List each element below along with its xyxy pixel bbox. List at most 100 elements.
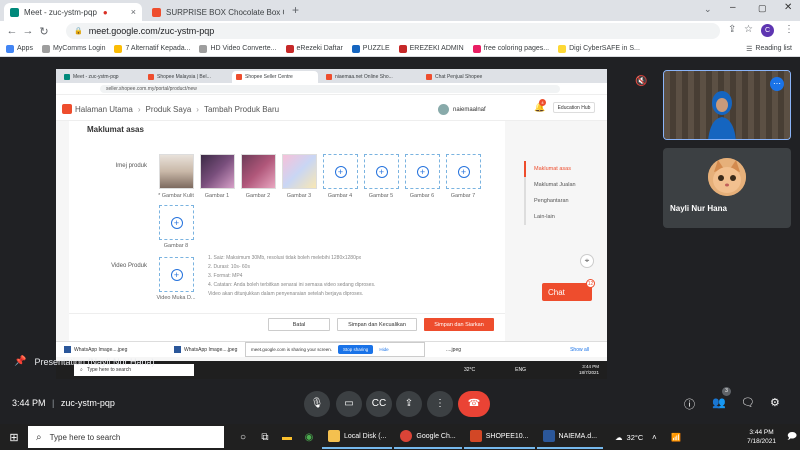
bookmark-erezeki-admin[interactable]: EREZEKI ADMIN — [398, 44, 464, 53]
bookmark-digi-cybersafe[interactable]: Digi CyberSAFE in S... — [558, 44, 640, 53]
product-thumbnail — [242, 155, 275, 188]
task-view-icon[interactable]: ⧉ — [254, 432, 276, 443]
minimize-button[interactable]: – — [730, 2, 736, 13]
image-slot-3 — [282, 154, 317, 189]
chrome-icon[interactable]: ◉ — [298, 432, 320, 443]
camera-button[interactable]: ▭ — [336, 391, 362, 417]
slot-caption: Gambar 4 — [327, 193, 353, 199]
microphone-button[interactable]: 🎙 — [304, 391, 330, 417]
close-window-button[interactable]: ✕ — [784, 2, 792, 13]
taskbar-app-powerpoint[interactable]: SHOPEE10... — [463, 425, 535, 449]
share-icon[interactable]: ⇪ — [728, 24, 736, 35]
cancel-button: Batal — [268, 318, 330, 331]
taskbar-app-local-disk[interactable]: Local Disk (... — [322, 425, 393, 449]
image-slot-1 — [200, 154, 235, 189]
bookmark-hd-video[interactable]: HD Video Converte... — [199, 44, 277, 53]
breadcrumb: Halaman Utama › Produk Saya › Tambah Pro… — [62, 104, 279, 114]
bookmark-apps[interactable]: Apps — [6, 44, 33, 53]
meet-control-bar: 3:44 PM | zuc-ystm-pqp 🎙 ▭ CC ⇪ ⋮ ☎ ⓘ 👥 … — [0, 384, 800, 424]
slot-caption: Gambar 1 — [204, 193, 230, 199]
bookmark-favicon-icon — [398, 44, 407, 53]
present-screen-icon: ⇪ — [404, 398, 414, 409]
people-count-badge: 3 — [722, 387, 731, 396]
maximize-button[interactable]: ▢ — [758, 3, 767, 14]
taskbar-app-word[interactable]: NAIEMA.d... — [536, 425, 604, 449]
cloud-icon: ☁ — [615, 432, 623, 442]
bookmark-7-alternatif[interactable]: 7 Alternatif Kepada... — [114, 44, 190, 53]
product-video-label: Video Produk — [111, 263, 147, 269]
taskbar-app-chrome[interactable]: Google Ch... — [394, 425, 462, 449]
slot-caption: Gambar 2 — [245, 193, 271, 199]
globe-icon — [41, 44, 50, 53]
product-thumbnail — [160, 155, 193, 188]
image-slot-4: + — [323, 154, 358, 189]
notifications-icon[interactable]: 🗩 — [784, 429, 800, 445]
bookmark-favicon-icon — [558, 44, 567, 53]
avatar — [438, 104, 449, 115]
image-slot-7: + — [446, 154, 481, 189]
slot-caption: Gambar 5 — [368, 193, 394, 199]
close-tab-icon[interactable]: × — [131, 7, 136, 17]
image-file-icon — [174, 346, 181, 353]
participant-tile-self[interactable]: ⋯ — [663, 70, 791, 140]
new-tab-button[interactable]: + — [292, 3, 299, 17]
participant-tile[interactable]: Nayli Nur Hana — [663, 148, 791, 228]
taskbar-weather[interactable]: ☁ 32°C — [615, 433, 643, 442]
shared-language: ENG — [515, 367, 527, 373]
breadcrumb-add-product: Tambah Produk Baru — [203, 104, 280, 114]
tab-search-icon[interactable]: ⌄ — [704, 4, 712, 15]
cortana-icon[interactable]: ○ — [232, 432, 254, 443]
shared-tab: niaemaa.net Online Sho... — [322, 71, 418, 83]
reading-list[interactable]: ☰ Reading list — [746, 45, 792, 53]
side-menu-others: Lain-lain — [524, 209, 594, 225]
meet-favicon-icon — [10, 7, 19, 17]
bookmark-erezeki-daftar[interactable]: eRezeki Daftar — [285, 44, 343, 53]
breadcrumb-home: Halaman Utama — [75, 104, 133, 114]
chat-icon[interactable]: 🗨 — [741, 396, 755, 409]
star-icon[interactable]: ☆ — [744, 24, 753, 35]
screen-share-notice: meet.google.com is sharing your screen. … — [245, 342, 425, 357]
info-icon[interactable]: ⓘ — [684, 396, 695, 412]
presenter-label: 📌 Presentation (Nayli Nur Hana) — [14, 356, 155, 367]
browser-tab-strip: Meet - zuc-ystm-pqp ● × SURPRISE BOX Cho… — [0, 0, 800, 21]
more-options-button[interactable]: ⋮ — [427, 391, 453, 417]
forward-arrow-icon[interactable]: → — [20, 25, 36, 37]
slot-caption: * Gambar Kulit — [158, 193, 194, 199]
tab-meet[interactable]: Meet - zuc-ystm-pqp ● × — [4, 3, 142, 21]
bookmark-puzzle[interactable]: PUZZLE — [351, 44, 390, 53]
chat-badge: 12 — [586, 279, 595, 288]
slot-caption: Gambar 7 — [450, 193, 476, 199]
bookmark-favicon-icon — [351, 44, 360, 53]
add-image-icon: + — [416, 165, 429, 178]
shopee-favicon-icon — [148, 74, 154, 80]
back-arrow-icon[interactable]: ← — [4, 25, 20, 37]
more-options-icon[interactable]: ⋯ — [770, 77, 784, 91]
tray-chevron-icon[interactable]: ˄ — [643, 433, 665, 442]
leave-call-button[interactable]: ☎ — [458, 391, 490, 417]
profile-avatar[interactable]: C — [761, 24, 774, 37]
file-explorer-icon[interactable]: ▬ — [276, 432, 298, 443]
download-item: WhatsApp Image....jpeg — [64, 346, 166, 353]
bookmark-favicon-icon — [285, 44, 294, 53]
captions-button[interactable]: CC — [366, 391, 392, 417]
present-button[interactable]: ⇪ — [396, 391, 422, 417]
tab-surprise-box[interactable]: SURPRISE BOX Chocolate Box Gi × — [146, 3, 284, 21]
mic-off-icon: 🔇 — [635, 76, 648, 87]
bell-icon: 🔔 4 — [534, 99, 546, 112]
taskbar-search-box[interactable]: ⌕ Type here to search — [28, 426, 224, 448]
bookmark-mycomms[interactable]: MyComms Login — [41, 44, 105, 53]
url-field[interactable]: 🔒 meet.google.com/zuc-ystm-pqp — [66, 23, 720, 39]
powerpoint-icon — [469, 430, 482, 442]
windows-start-icon[interactable]: ⊞ — [0, 431, 28, 444]
shared-screen: Meet - zuc-ystm-pqp Shopee Malaysia | Be… — [56, 69, 607, 379]
captions-icon: CC — [371, 398, 387, 409]
activities-icon[interactable]: ⚙ — [770, 396, 780, 409]
menu-kebab-icon[interactable]: ⋮ — [784, 24, 794, 35]
pin-icon[interactable]: 📌 — [14, 356, 26, 367]
taskbar-clock[interactable]: 3:44 PM 7/18/2021 — [747, 428, 776, 446]
people-icon[interactable]: 👥 — [712, 396, 726, 409]
shared-address-bar: seller.shopee.com.my/portal/product/new — [56, 83, 607, 95]
network-icon[interactable]: 📶 — [665, 433, 687, 442]
reload-icon[interactable]: ↻ — [36, 25, 52, 38]
bookmark-coloring-pages[interactable]: free coloring pages... — [472, 44, 549, 53]
